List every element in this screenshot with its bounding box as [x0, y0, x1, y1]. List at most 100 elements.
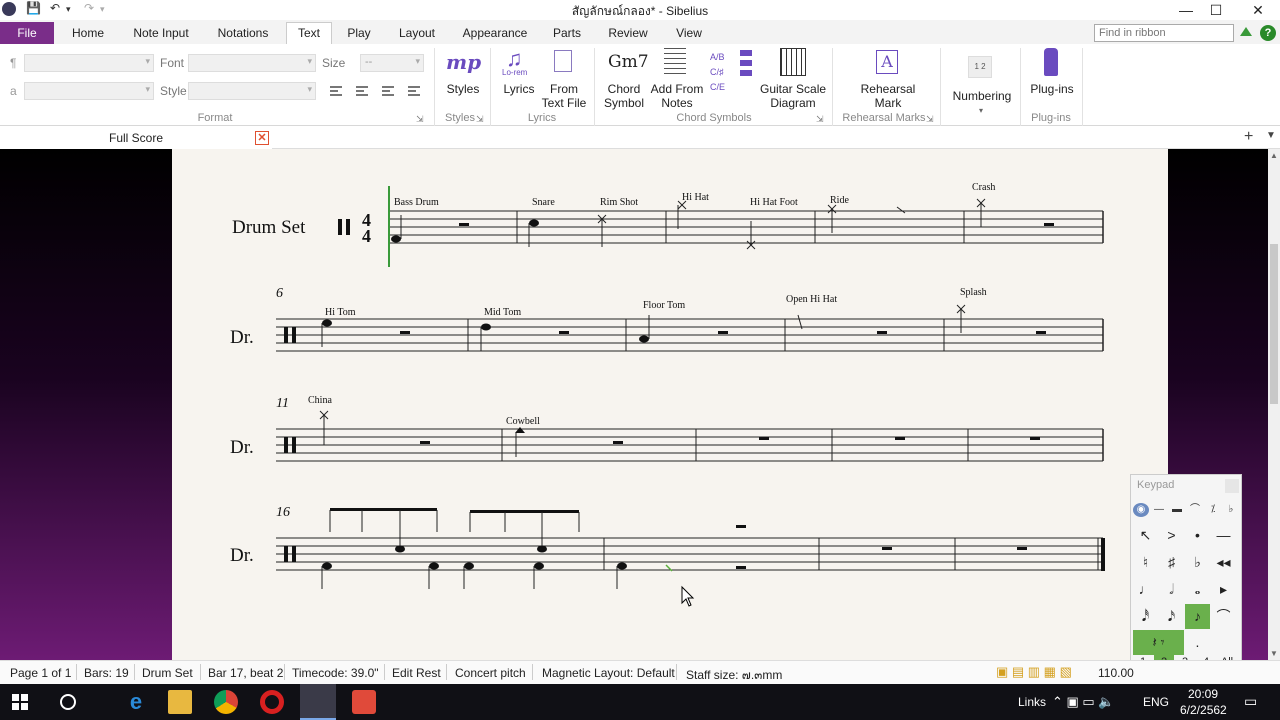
styles-launcher-icon[interactable]: ⇲ — [476, 114, 484, 125]
view-icons[interactable]: ▣ ▤ ▥ ▦ ▧ — [996, 664, 1072, 680]
help-icon[interactable]: ? — [1260, 25, 1276, 41]
notification-center-icon[interactable]: ▭ — [1244, 693, 1257, 710]
tab-home[interactable]: Home — [64, 24, 112, 44]
sibelius-taskbar-icon[interactable] — [300, 684, 336, 720]
align-center-icon[interactable] — [356, 86, 368, 96]
keypad-half-note-key[interactable]: 𝅗𝅥 — [1159, 577, 1184, 602]
label-hi-hat-foot[interactable]: Hi Hat Foot — [750, 197, 798, 208]
ribbon-search-input[interactable]: Find in ribbon — [1094, 24, 1234, 42]
taskbar-links-label[interactable]: Links — [1018, 695, 1046, 709]
tab-list-icon[interactable]: ▼ — [1266, 130, 1276, 141]
tab-full-score[interactable]: Full Score — [0, 127, 272, 149]
lyrics-button[interactable]: Lyrics — [498, 82, 540, 96]
align-left-icon[interactable] — [330, 86, 342, 96]
keypad-close-button[interactable] — [1225, 479, 1239, 493]
keypad-tab-articulations-icon[interactable]: ⌒ — [1187, 503, 1203, 517]
keypad-16th-note-key[interactable]: 𝅘𝅥𝅯 — [1159, 604, 1184, 629]
tab-view[interactable]: View — [668, 24, 710, 44]
size-combo[interactable]: -- — [360, 54, 424, 72]
tray-icons[interactable]: ⌃ ▣ ▭ 🔈 — [1052, 694, 1114, 710]
score-page[interactable]: Drum Set 4 4 Bass Drum Snare Rim Shot Hi… — [172, 149, 1168, 660]
chord-palette-icon[interactable] — [740, 50, 752, 78]
styles-button[interactable]: Styles — [440, 82, 486, 96]
label-rim-shot[interactable]: Rim Shot — [600, 197, 638, 208]
rehearsal-mark-button[interactable]: Rehearsal Mark — [850, 82, 926, 110]
vertical-scrollbar[interactable]: ▲ ▼ — [1268, 149, 1280, 660]
tab-note-input[interactable]: Note Input — [124, 24, 198, 44]
keypad-dot-key[interactable]: . — [1185, 630, 1210, 655]
guitar-scale-diagram-button[interactable]: Guitar Scale Diagram — [760, 82, 826, 110]
chrome-browser-icon[interactable] — [214, 690, 238, 714]
keypad-flat-key[interactable]: ♭ — [1185, 550, 1210, 575]
keypad-rewind-key[interactable]: ◂◂ — [1211, 550, 1236, 575]
plug-ins-button[interactable]: Plug-ins — [1026, 82, 1078, 96]
chord-launcher-icon[interactable]: ⇲ — [816, 114, 824, 125]
keypad-32nd-note-key[interactable]: 𝅘𝅥𝅰 — [1133, 604, 1158, 629]
format-launcher-icon[interactable]: ⇲ — [416, 114, 424, 125]
label-mid-tom[interactable]: Mid Tom — [484, 307, 521, 318]
scrollbar-thumb[interactable] — [1270, 244, 1278, 404]
close-button[interactable]: ✕ — [1238, 0, 1278, 20]
keypad-whole-note-key[interactable]: 𝅝 — [1185, 577, 1210, 602]
add-from-notes-button[interactable]: Add From Notes — [648, 82, 706, 110]
keypad-tab-tremolo-icon[interactable]: ⁒ — [1205, 503, 1221, 517]
keypad-tab-notes-icon[interactable]: — — [1151, 503, 1167, 517]
keypad-accent-key[interactable]: > — [1159, 523, 1184, 548]
opera-browser-icon[interactable] — [260, 690, 284, 714]
label-crash[interactable]: Crash — [972, 182, 995, 193]
tab-review[interactable]: Review — [600, 24, 656, 44]
tab-notations[interactable]: Notations — [208, 24, 278, 44]
tab-appearance[interactable]: Appearance — [456, 24, 534, 44]
tab-play[interactable]: Play — [340, 24, 378, 44]
character-style-combo[interactable] — [24, 82, 154, 100]
numbering-dropdown-icon[interactable]: ▾ — [976, 104, 986, 118]
scroll-down-icon[interactable]: ▼ — [1270, 649, 1278, 658]
taskbar-language[interactable]: ENG — [1143, 695, 1169, 709]
status-zoom[interactable]: 110.00 — [1098, 666, 1134, 680]
label-hi-tom[interactable]: Hi Tom — [325, 307, 356, 318]
keypad-natural-key[interactable]: ♮ — [1133, 550, 1158, 575]
close-tab-icon[interactable]: ✕ — [255, 131, 269, 145]
scroll-up-icon[interactable]: ▲ — [1270, 151, 1278, 160]
taskbar-date[interactable]: 6/2/2562 — [1180, 703, 1227, 717]
keypad-8th-note-key[interactable]: ♪ — [1185, 604, 1210, 629]
cortana-icon[interactable] — [60, 694, 76, 710]
label-bass-drum[interactable]: Bass Drum — [394, 197, 439, 208]
keypad-tab-common-icon[interactable]: ◉ — [1133, 503, 1149, 517]
tab-file[interactable]: File — [0, 22, 54, 44]
align-right-icon[interactable] — [382, 86, 394, 96]
rehearsal-launcher-icon[interactable]: ⇲ — [926, 114, 934, 125]
keypad-tenuto-key[interactable]: — — [1211, 523, 1236, 548]
keypad-sharp-key[interactable]: ♯ — [1159, 550, 1184, 575]
align-justify-icon[interactable] — [408, 86, 420, 96]
new-tab-icon[interactable]: + — [1244, 128, 1253, 146]
keypad-tie-key[interactable]: ⌒ — [1211, 604, 1236, 629]
maximize-button[interactable]: ☐ — [1196, 0, 1236, 20]
collapse-ribbon-icon[interactable] — [1240, 27, 1252, 36]
numbering-button[interactable]: Numbering — [948, 89, 1016, 103]
keypad-quarter-note-key[interactable]: ♩ — [1133, 577, 1158, 602]
keypad-tab-beams-icon[interactable]: ▬ — [1169, 503, 1185, 517]
keypad-tab-accidentals-icon[interactable]: ♭ — [1223, 503, 1239, 517]
start-windows-icon[interactable] — [12, 694, 28, 710]
chord-options-icons[interactable]: A/B C/♯ C/E — [710, 50, 725, 95]
tab-layout[interactable]: Layout — [390, 24, 444, 44]
taskbar-time[interactable]: 20:09 — [1188, 687, 1218, 701]
tab-parts[interactable]: Parts — [546, 24, 588, 44]
label-open-hi-hat[interactable]: Open Hi Hat — [786, 294, 837, 305]
file-explorer-icon[interactable] — [168, 690, 192, 714]
label-china[interactable]: China — [308, 395, 332, 406]
chord-symbol-button[interactable]: Chord Symbol — [598, 82, 650, 110]
tab-text[interactable]: Text — [286, 22, 332, 44]
label-cowbell[interactable]: Cowbell — [506, 416, 540, 427]
keypad-staccato-key[interactable]: • — [1185, 523, 1210, 548]
screen-recorder-icon[interactable] — [352, 690, 376, 714]
keypad-rest-key[interactable]: 𝄽 𝄾 — [1133, 630, 1184, 655]
label-floor-tom[interactable]: Floor Tom — [643, 300, 685, 311]
keypad-pointer-key[interactable]: ↖ — [1133, 523, 1158, 548]
from-text-file-button[interactable]: From Text File — [540, 82, 588, 110]
style-combo[interactable] — [188, 82, 316, 100]
label-snare[interactable]: Snare — [532, 197, 555, 208]
edge-browser-icon[interactable]: e — [124, 690, 148, 714]
label-hi-hat[interactable]: Hi Hat — [682, 192, 709, 203]
